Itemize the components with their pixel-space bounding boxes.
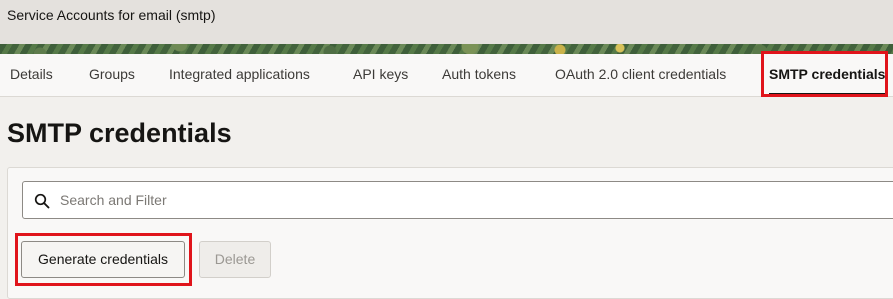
tab-bar: Details Groups Integrated applications A…: [0, 54, 893, 97]
tab-auth-tokens[interactable]: Auth tokens: [442, 54, 516, 96]
delete-button[interactable]: Delete: [199, 241, 271, 278]
search-bar[interactable]: [22, 181, 893, 219]
window-title-bar: Service Accounts for email (smtp): [0, 0, 893, 44]
tab-api-keys[interactable]: API keys: [353, 54, 408, 96]
tab-integrated-applications[interactable]: Integrated applications: [169, 54, 310, 96]
tab-groups[interactable]: Groups: [89, 54, 135, 96]
decorative-banner: [0, 44, 893, 54]
tab-details[interactable]: Details: [10, 54, 53, 96]
window-title: Service Accounts for email (smtp): [7, 7, 216, 23]
highlight-box-generate-button: [15, 233, 192, 286]
highlight-box-smtp-tab: [761, 51, 888, 97]
tab-oauth-client-credentials[interactable]: OAuth 2.0 client credentials: [555, 54, 726, 96]
search-icon: [34, 193, 50, 209]
page-title: SMTP credentials: [7, 118, 232, 148]
search-input[interactable]: [60, 182, 760, 218]
